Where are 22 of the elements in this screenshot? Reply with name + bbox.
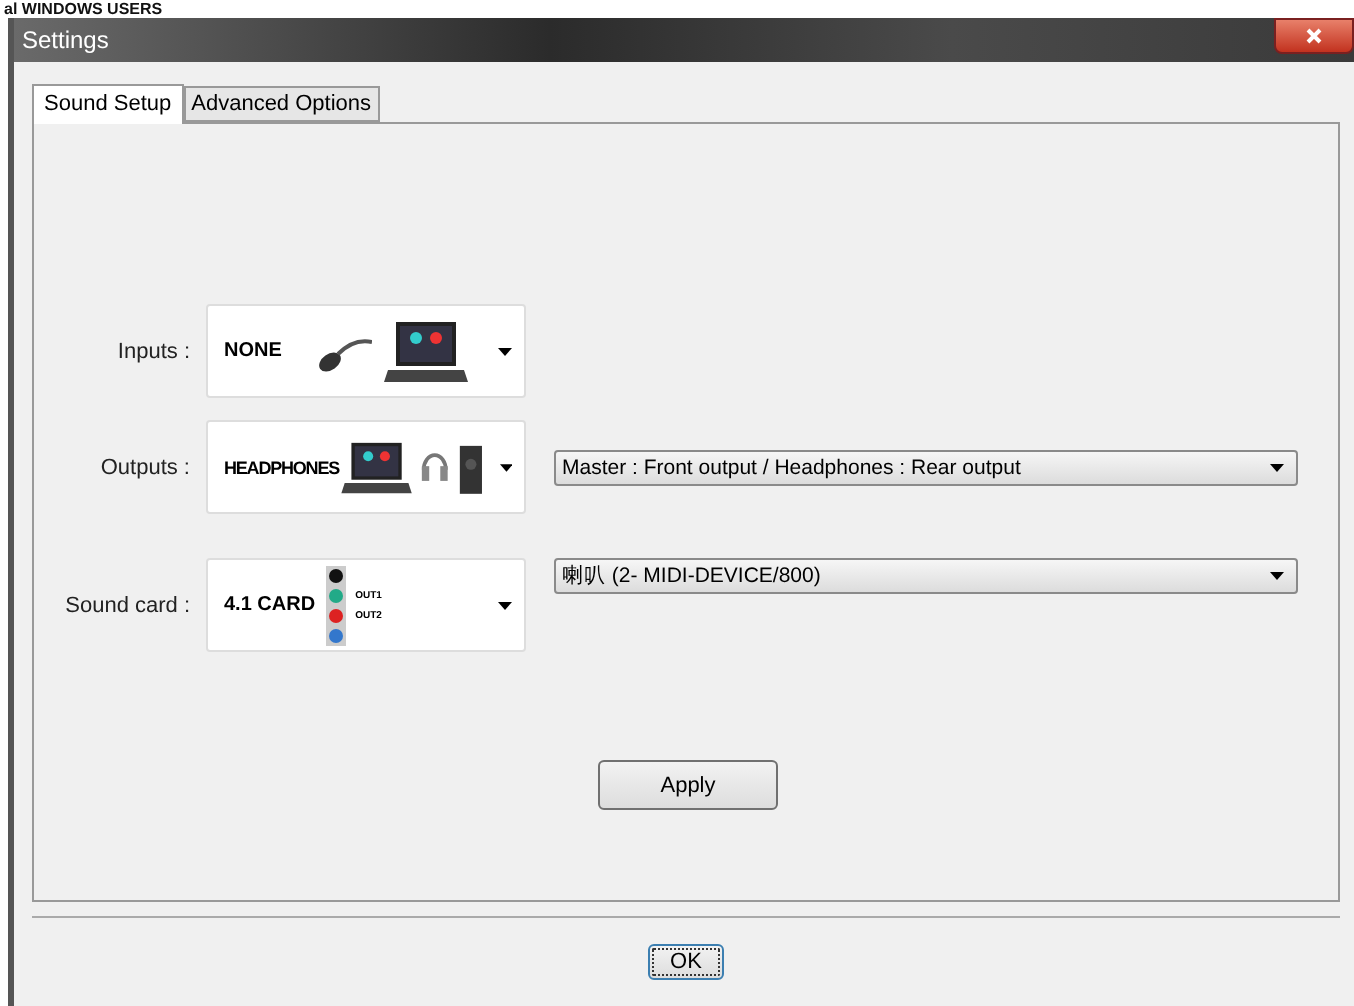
caret-icon <box>499 463 512 471</box>
apply-button[interactable]: Apply <box>598 760 778 810</box>
caret-icon <box>1270 463 1284 471</box>
row-label: Sound card : <box>63 593 190 617</box>
device-dropdown[interactable]: HEADPHONES <box>206 420 526 514</box>
row-label: Inputs : <box>115 339 190 363</box>
page-heading: al WINDOWS USERS <box>2 0 165 18</box>
window-title: Settings <box>20 26 109 54</box>
ok-button[interactable]: OK <box>648 944 724 980</box>
audio-jacks-icon <box>323 565 348 645</box>
close-button[interactable] <box>1274 18 1354 54</box>
tab[interactable]: Sound Setup <box>32 84 184 124</box>
caret-icon <box>498 347 512 355</box>
device-dropdown[interactable]: NONE <box>206 304 526 398</box>
close-icon <box>1306 28 1322 44</box>
select-field[interactable]: 喇叭 (2- MIDI-DEVICE/800) <box>554 558 1298 594</box>
row-label: Outputs : <box>98 455 190 479</box>
laptop-icon <box>380 317 468 385</box>
select-field[interactable]: Master : Front output / Headphones : Rear output <box>554 449 1298 485</box>
tab[interactable]: Advanced Options <box>183 86 380 122</box>
caret-icon <box>498 601 512 609</box>
caret-icon <box>1270 572 1284 580</box>
